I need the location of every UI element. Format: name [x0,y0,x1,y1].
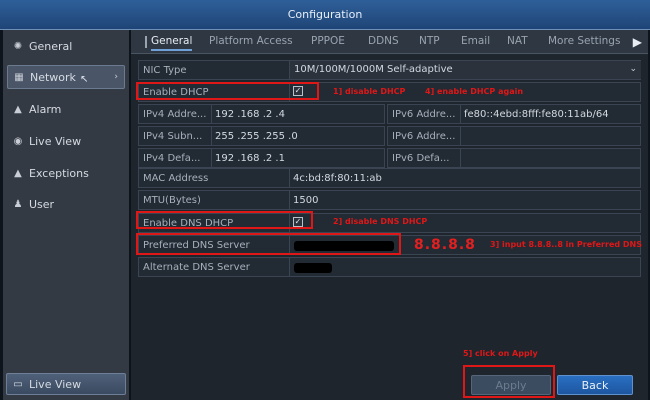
ipv6-address-label: IPv6 Addre... [392,109,456,120]
tab-nat[interactable]: NAT [507,35,528,47]
live-view-button[interactable]: ▭ Live View [6,373,126,395]
sidebar-item-label: Network [30,70,76,84]
ipv4-address-value[interactable]: 192 .168 .2 .4 [215,109,285,120]
ipv4-address-label: IPv4 Addre... [143,109,207,120]
sidebar-item-live-view[interactable]: ◉ Live View [7,129,125,153]
sidebar-item-network[interactable]: ▦ Network ↖ › [7,65,125,89]
live-view-icon: ▭ [13,378,23,390]
ipv6-address-row: IPv6 Addre... fe80::4ebd:8fff:fe80:11ab/… [387,104,641,124]
tab-scroll-right-icon[interactable]: ▶ [633,35,642,49]
mtu-value[interactable]: 1500 [293,195,318,206]
alternate-dns-label: Alternate DNS Server [143,262,250,273]
annotation-note-5: 5] click on Apply [463,349,538,358]
tab-pppoe[interactable]: PPPOE [311,35,345,47]
annotation-box-apply [463,365,555,398]
mtu-row: MTU(Bytes) 1500 [138,190,641,210]
annotation-note-1: 1] disable DHCP [333,87,406,96]
title-bar: Configuration [0,0,650,30]
ipv4-gateway-value[interactable]: 192 .168 .2 .1 [215,153,285,164]
warning-icon: ▲ [14,167,22,179]
mouse-cursor-icon: ↖ [80,74,89,85]
chevron-down-icon: ⌄ [629,64,637,74]
sidebar-item-label: Live View [29,134,82,148]
ipv6-address2-row: IPv6 Addre... [387,126,641,146]
sidebar-item-general[interactable]: ✺ General [7,34,125,58]
chevron-right-icon: › [114,72,118,82]
sidebar-item-label: User [29,197,55,211]
nic-type-value: 10M/100M/1000M Self-adaptive [294,64,453,75]
annotation-box-preferred-dns [136,233,401,255]
live-view-label: Live View [29,377,82,391]
tab-bar: General Platform Access PPPOE DDNS NTP E… [131,30,648,54]
ipv6-gateway-label: IPv6 Defa... [392,153,450,164]
sidebar: ✺ General ▦ Network ↖ › ▲ Alarm ◉ Live V… [3,30,129,400]
nic-type-label: NIC Type [143,65,187,76]
annotation-note-2: 2] disable DNS DHCP [333,217,428,226]
window-title: Configuration [287,8,363,21]
ipv6-gateway-row: IPv6 Defa... [387,148,641,168]
ipv4-gateway-row: IPv4 Defa... 192 .168 .2 .1 [138,148,385,168]
annotation-dns-value: 8.8.8.8 [414,237,476,253]
eye-icon: ◉ [13,135,23,147]
users-icon: ♟ [13,198,23,210]
sidebar-item-alarm[interactable]: ▲ Alarm [7,97,125,121]
mac-address-value: 4c:bd:8f:80:11:ab [293,173,382,184]
ipv6-address2-label: IPv6 Addre... [392,131,456,142]
tab-more-settings[interactable]: More Settings [548,35,620,47]
ipv4-subnet-label: IPv4 Subn... [143,131,203,142]
annotation-box-enable-dns-dhcp [136,211,313,229]
annotation-note-3: 3] input 8.8.8..8 in Preferred DNS [490,240,642,249]
annotation-note-4: 4] enable DHCP again [425,87,524,96]
tab-platform-access[interactable]: Platform Access [209,35,293,47]
ipv4-gateway-label: IPv4 Defa... [143,153,201,164]
tab-ddns[interactable]: DDNS [368,35,399,47]
tab-email[interactable]: Email [461,35,490,47]
ipv4-subnet-value[interactable]: 255 .255 .255 .0 [215,131,298,142]
sidebar-item-user[interactable]: ♟ User [7,192,125,216]
network-icon: ▦ [14,71,24,83]
tab-separator [145,36,147,48]
annotation-box-enable-dhcp [136,82,319,100]
sidebar-item-label: Alarm [29,102,62,116]
ipv4-subnet-row: IPv4 Subn... 255 .255 .255 .0 [138,126,385,146]
alarm-icon: ▲ [14,103,22,115]
mac-address-row: MAC Address 4c:bd:8f:80:11:ab [138,168,641,188]
mac-address-label: MAC Address [143,173,209,184]
sidebar-item-label: Exceptions [29,166,89,180]
alternate-dns-row: Alternate DNS Server [138,257,641,277]
tab-ntp[interactable]: NTP [419,35,440,47]
nic-type-select[interactable]: 10M/100M/1000M Self-adaptive ⌄ [289,61,641,79]
nic-type-row: NIC Type 10M/100M/1000M Self-adaptive ⌄ [138,60,641,80]
sidebar-item-exceptions[interactable]: ▲ Exceptions [7,161,125,185]
ipv6-address-value[interactable]: fe80::4ebd:8fff:fe80:11ab/64 [464,109,609,120]
alternate-dns-redaction[interactable] [294,263,332,273]
mtu-label: MTU(Bytes) [143,195,201,206]
gear-icon: ✺ [13,40,23,52]
sidebar-item-label: General [29,39,73,53]
back-button[interactable]: Back [557,375,633,395]
tab-general[interactable]: General [151,35,193,51]
ipv4-address-row: IPv4 Addre... 192 .168 .2 .4 [138,104,385,124]
